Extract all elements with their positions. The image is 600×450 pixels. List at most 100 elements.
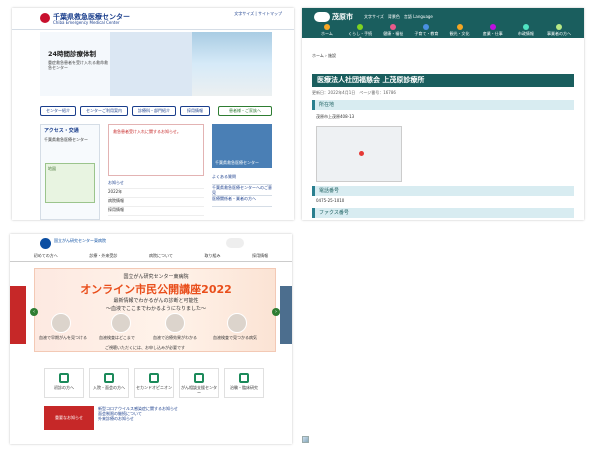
nav-icon <box>324 24 330 30</box>
map-pin-icon <box>359 151 364 156</box>
banner-subtitle-2: 〜血液でここまでわかるようになりました〜 <box>105 306 206 312</box>
notice-list: 新型コロナウイルス感染症に関するお知らせ 面会制限の継続について 外来診療のお知… <box>98 406 248 421</box>
flask-icon <box>239 373 249 383</box>
ncc-logo-icon <box>40 238 51 249</box>
city-logo-icon <box>314 12 330 22</box>
speaker-photo <box>227 313 247 333</box>
city-site-screenshot: 茂原市 文字サイズ 背景色 言語 Language ホーム くらし・手続き 健康… <box>302 8 584 220</box>
quick-links: 初診の方へ 入院・面会の方へ セカンドオピニオン がん相談支援センター 治験・臨… <box>44 368 264 398</box>
link-feedback[interactable]: 千葉県救急医療センターへのご意見 <box>212 185 272 196</box>
nav-item-departments[interactable]: 診療科・部門紹介 <box>132 106 176 116</box>
hero-banner: 24時間診療体制 重症救急患者を受け入れる救命救急センター <box>40 32 272 96</box>
news-item[interactable]: お知らせ <box>108 180 204 189</box>
nav-item[interactable]: 健康・福祉 <box>380 24 406 38</box>
quick-link[interactable]: 初診の方へ <box>44 368 84 398</box>
nav-item[interactable]: くらし・手続き <box>347 24 373 41</box>
nav-item[interactable]: ホーム <box>314 24 340 38</box>
nav-item[interactable]: 市政情報 <box>513 24 539 38</box>
link-professionals[interactable]: 医療関係者・業者の方へ <box>212 196 272 207</box>
side-links: よくある質問 千葉県救急医療センターへのご意見 医療関係者・業者の方へ <box>212 174 272 220</box>
nav-item-recruit[interactable]: 採用情報 <box>180 106 210 116</box>
news-item[interactable]: 2022年 <box>108 189 204 198</box>
hero-text: 重症救急患者を受け入れる救命救急センター <box>48 60 108 70</box>
map-label: 地図 <box>48 166 56 171</box>
nav-item[interactable]: 観光・文化 <box>447 24 473 38</box>
banner-subtitle: 最新情報でわかるがんの診断と可能性 <box>113 298 199 304</box>
link-faq[interactable]: よくある質問 <box>212 174 272 185</box>
nav-item[interactable]: 取り組み <box>205 253 221 259</box>
city-title[interactable]: 茂原市 <box>332 12 353 22</box>
nav-item[interactable]: 子育て・教育 <box>413 24 439 38</box>
main-nav: 初めての方へ 診療・外来受診 病院について 取り組み 採用情報 <box>10 250 292 262</box>
people-icon <box>149 373 159 383</box>
lecture-banner[interactable]: 国立がん研究センター東病院 オンライン市民公開講座2022 最新情報でわかるがん… <box>34 268 276 352</box>
broken-image-icon <box>302 436 309 443</box>
org-name[interactable]: 国立がん研究センター東病院 <box>54 238 106 244</box>
address-text: 茂原市上茂原408-13 <box>316 114 355 119</box>
prev-slide-icon[interactable]: ‹ <box>30 308 38 316</box>
nav-icon <box>456 24 463 30</box>
center-banner[interactable]: 千葉県救急医療センター <box>212 124 272 168</box>
speaker-photo <box>51 313 71 333</box>
header: 茂原市 文字サイズ 背景色 言語 Language ホーム くらし・手続き 健康… <box>302 8 584 41</box>
emergency-center-screenshot: 千葉県救急医療センター Chiba Emergency Medical Cent… <box>12 8 294 220</box>
nav-item[interactable]: 初めての方へ <box>34 253 58 259</box>
nav-icon <box>423 24 430 30</box>
page-meta: 更新日：2022年4月1日 ページ番号：16786 <box>312 90 396 95</box>
nav-item[interactable]: 採用情報 <box>252 253 268 259</box>
bed-icon <box>104 373 114 383</box>
breadcrumb[interactable]: ホーム › 施設 <box>312 53 336 58</box>
nav-item[interactable]: 病院について <box>149 253 173 259</box>
nav-icon <box>489 24 496 30</box>
section-phone: 電話番号 <box>312 186 574 196</box>
section-fax: ファクス番号 <box>312 208 574 218</box>
access-text: 千葉県救急医療センター <box>44 137 88 142</box>
quick-link[interactable]: がん相談支援センター <box>179 368 219 398</box>
hero-text-area: 24時間診療体制 重症救急患者を受け入れる救命救急センター <box>40 32 110 96</box>
speaker-caption: 血液で治療効果がわかる <box>153 335 197 340</box>
speaker-caption: 血液検査で見つかる病気 <box>213 335 257 340</box>
next-slide-icon[interactable]: › <box>272 308 280 316</box>
speaker-caption: 血液で早期がんを見つける <box>39 335 87 340</box>
nav-item[interactable]: 事業者の方へ <box>546 24 572 38</box>
quick-link[interactable]: 治験・臨床研究 <box>224 368 264 398</box>
cancer-center-screenshot: 国立がん研究センター東病院 初めての方へ 診療・外来受診 病院について 取り組み… <box>10 234 292 444</box>
quick-link[interactable]: セカンドオピニオン <box>134 368 174 398</box>
news-list: お知らせ 2022年 病院情報 採用情報 <box>108 180 204 220</box>
hospital-logo-icon <box>40 13 50 23</box>
nav-item-about[interactable]: センター紹介 <box>40 106 76 116</box>
left-side-banner[interactable] <box>10 286 26 344</box>
nav-item-patients[interactable]: 患者様・ご家族へ <box>218 106 272 116</box>
header: 千葉県救急医療センター Chiba Emergency Medical Cent… <box>12 8 294 30</box>
access-title: アクセス・交通 <box>44 128 79 134</box>
center-banner-label: 千葉県救急医療センター <box>215 160 259 165</box>
page-title: 医療法人社団福慈会 上茂原診療所 <box>312 74 574 87</box>
city-nav: ホーム くらし・手続き 健康・福祉 子育て・教育 観光・文化 産業・仕事 市政情… <box>314 24 572 41</box>
nav-item[interactable]: 診療・外来受診 <box>89 253 117 259</box>
notice-text: 救急患者受け入れに関するお知らせ。 <box>113 129 181 134</box>
nav-item[interactable]: 産業・仕事 <box>480 24 506 38</box>
site-subtitle: Chiba Emergency Medical Center <box>53 20 120 25</box>
access-box: アクセス・交通 千葉県救急医療センター 地図 <box>40 124 100 220</box>
search-icon[interactable] <box>226 238 244 248</box>
right-side-banner[interactable] <box>280 286 292 344</box>
header-links[interactable]: 文字サイズ 背景色 言語 Language <box>364 14 433 19</box>
nav-icon <box>357 24 364 30</box>
hero-title: 24時間診療体制 <box>48 50 97 58</box>
top-links[interactable]: 文字サイズ | サイトマップ <box>234 11 282 16</box>
nav-item-guide[interactable]: センターご利用案内 <box>80 106 128 116</box>
speaker-photo <box>111 313 131 333</box>
google-map[interactable] <box>316 126 402 182</box>
notice-box: 救急患者受け入れに関するお知らせ。 <box>108 124 204 176</box>
banner-title: オンライン市民公開講座2022 <box>80 283 232 296</box>
nav-icon <box>555 24 562 30</box>
support-icon <box>194 373 204 383</box>
quick-link[interactable]: 入院・面会の方へ <box>89 368 129 398</box>
important-notice-label: 重要なお知らせ <box>44 406 94 430</box>
news-item[interactable]: 病院情報 <box>108 198 204 207</box>
banner-org: 国立がん研究センター東病院 <box>123 274 189 280</box>
access-map[interactable]: 地図 <box>45 163 95 203</box>
notice-link[interactable]: 外来診療のお知らせ <box>98 416 248 421</box>
news-item[interactable]: 採用情報 <box>108 207 204 216</box>
main-nav: センター紹介 センターご利用案内 診療科・部門紹介 採用情報 患者様・ご家族へ <box>40 106 272 116</box>
